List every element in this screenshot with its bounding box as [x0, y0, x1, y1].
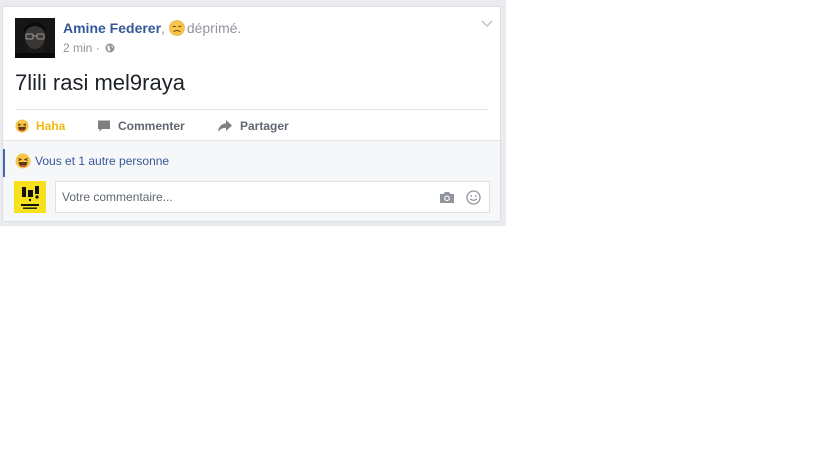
comment-composer[interactable]: [55, 181, 490, 213]
post-timestamp[interactable]: 2 min: [63, 41, 92, 55]
post-meta: 2 min ·: [63, 41, 115, 55]
author-name[interactable]: Amine Federer: [63, 20, 161, 36]
reactions-and-comments: Vous et 1 autre personne: [3, 140, 500, 221]
smiley-icon[interactable]: [466, 190, 481, 205]
reactions-summary[interactable]: Vous et 1 autre personne: [15, 153, 169, 169]
haha-icon: [15, 119, 29, 133]
share-button[interactable]: Partager: [217, 117, 289, 135]
globe-icon[interactable]: [105, 43, 115, 53]
current-user-logo: [14, 181, 46, 213]
post-card: Amine Federer, déprimé. 2 min · 7lili ra…: [2, 6, 501, 222]
post-text: 7lili rasi mel9raya: [15, 70, 185, 95]
feed-background: Amine Federer, déprimé. 2 min · 7lili ra…: [0, 0, 506, 226]
actions-divider: [15, 109, 489, 110]
camera-icon[interactable]: [439, 191, 455, 204]
feeling-text[interactable]: déprimé.: [187, 20, 241, 36]
author-photo: [15, 18, 55, 58]
comment-label: Commenter: [118, 119, 185, 133]
share-label: Partager: [240, 119, 289, 133]
reactions-text: Vous et 1 autre personne: [35, 154, 170, 168]
author-avatar[interactable]: [15, 18, 55, 58]
haha-label: Haha: [36, 119, 66, 133]
comment-icon: [98, 120, 110, 132]
comment-input[interactable]: [56, 182, 416, 212]
highlight-bar: [3, 149, 5, 177]
post-header: Amine Federer, déprimé.: [63, 20, 241, 36]
comment-button[interactable]: Commenter: [97, 117, 185, 135]
chevron-down-icon[interactable]: [481, 19, 493, 29]
current-user-avatar[interactable]: [14, 181, 46, 213]
header-separator: ,: [161, 20, 165, 36]
haha-reaction-button[interactable]: Haha: [15, 117, 65, 135]
meta-separator: ·: [95, 41, 100, 55]
haha-emoji-icon: [15, 153, 31, 169]
unamused-face-icon: [169, 20, 185, 36]
share-arrow-icon: [218, 120, 232, 132]
